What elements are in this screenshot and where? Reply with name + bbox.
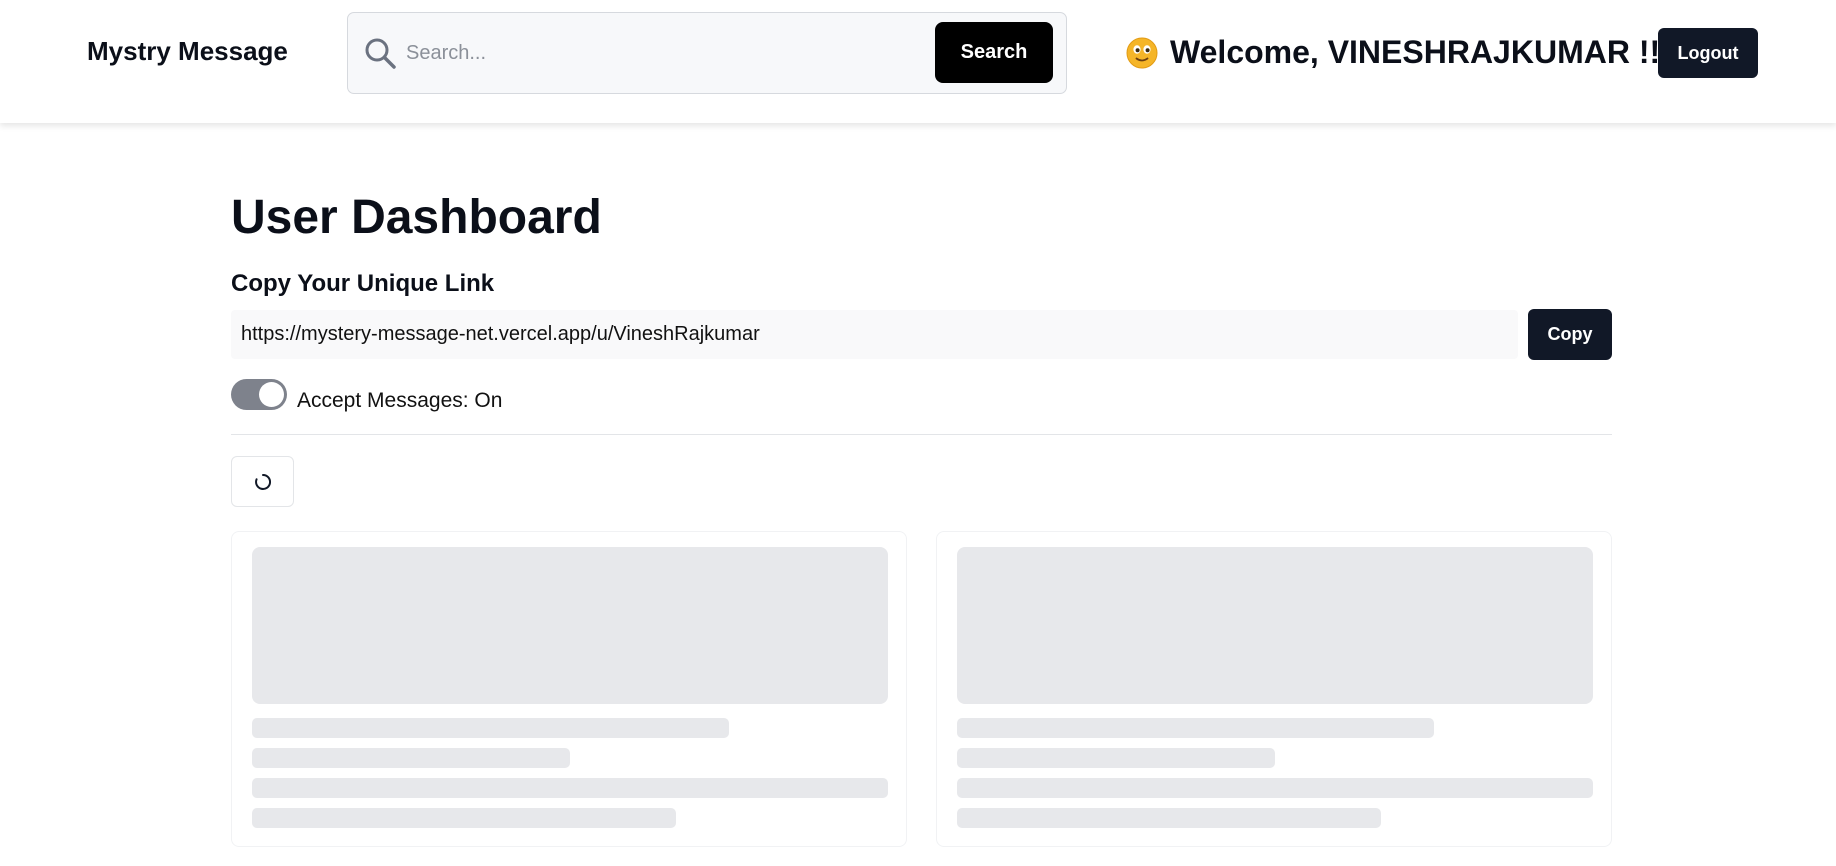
page-title: User Dashboard	[231, 191, 602, 244]
unique-link-field[interactable]	[231, 310, 1518, 359]
skeleton-block	[252, 547, 888, 704]
accept-messages-label: Accept Messages: On	[297, 389, 503, 412]
skeleton-line	[252, 718, 729, 738]
toggle-knob	[259, 382, 284, 407]
message-card-skeleton	[231, 531, 907, 847]
search-bar: Search	[347, 12, 1067, 94]
search-button[interactable]: Search	[935, 22, 1053, 83]
unique-link-heading: Copy Your Unique Link	[231, 270, 495, 297]
section-divider	[231, 434, 1612, 435]
search-icon	[365, 38, 396, 69]
skeleton-line	[957, 718, 1434, 738]
skeleton-block	[957, 547, 1593, 704]
copy-link-button[interactable]: Copy	[1528, 309, 1612, 360]
welcome-message: Welcome, VINESHRAJKUMAR !!	[1170, 34, 1661, 70]
loading-spinner-icon	[255, 473, 272, 490]
accept-messages-toggle[interactable]	[231, 379, 287, 410]
message-card-skeleton	[936, 531, 1612, 847]
skeleton-line	[957, 748, 1275, 768]
brand-logo-text[interactable]: Mystry Message	[87, 36, 288, 67]
skeleton-line	[252, 778, 888, 798]
refresh-messages-button[interactable]	[231, 456, 294, 507]
top-navbar: Mystry Message Search Welcome, VINESHRAJ…	[0, 0, 1836, 123]
skeleton-line	[252, 808, 676, 828]
skeleton-line	[957, 808, 1381, 828]
logout-button[interactable]: Logout	[1658, 28, 1758, 78]
skeleton-line	[252, 748, 570, 768]
smiley-face-icon	[1126, 37, 1158, 69]
skeleton-line	[957, 778, 1593, 798]
search-input[interactable]	[406, 33, 906, 73]
